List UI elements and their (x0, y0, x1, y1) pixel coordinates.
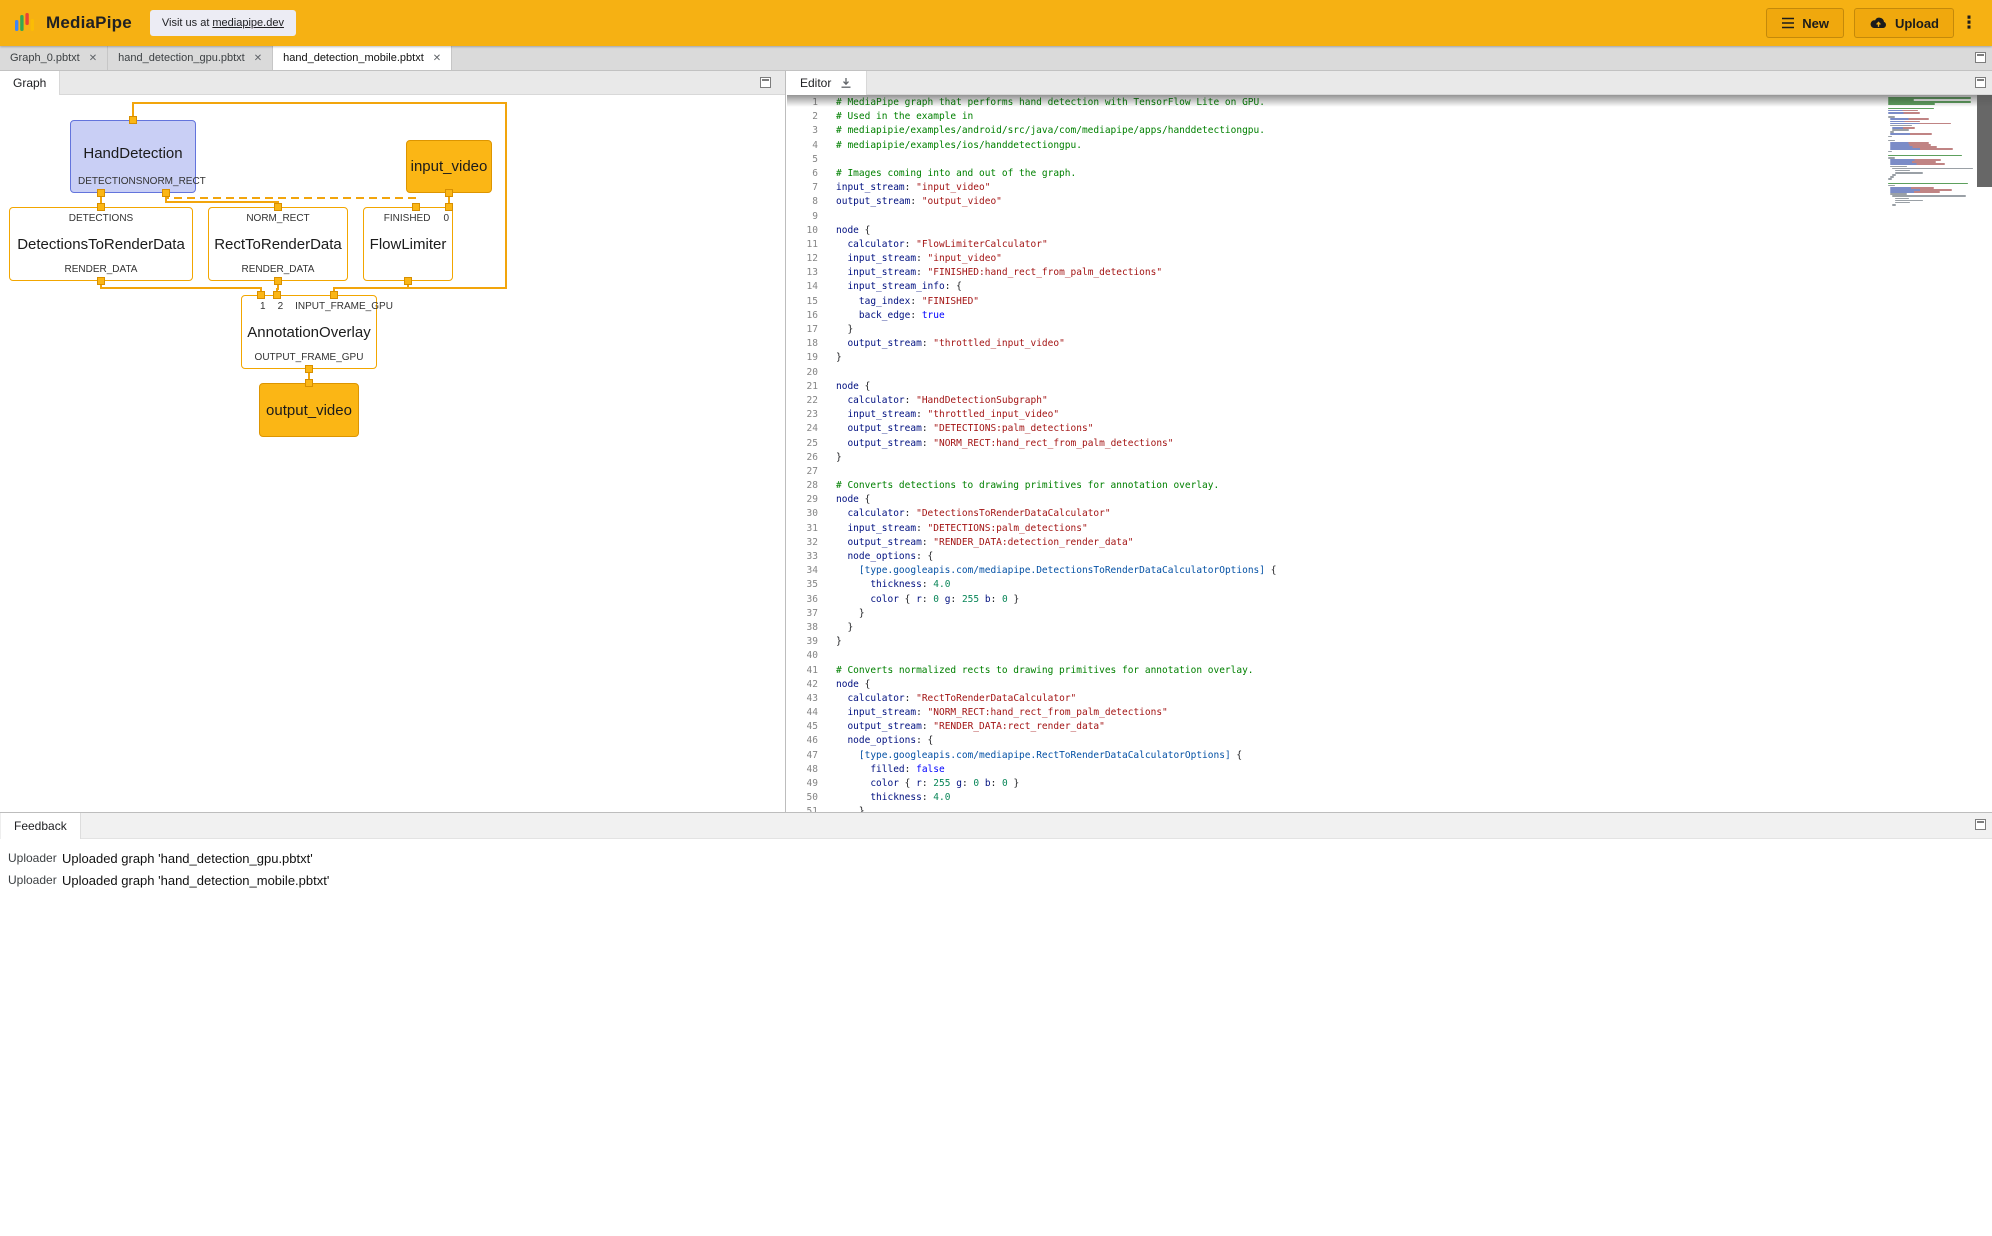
feedback-source: Uploader (0, 873, 62, 887)
close-tab-icon[interactable]: ✕ (433, 53, 441, 64)
node-title: DetectionsToRenderData (10, 225, 192, 263)
graph-tab-label: Graph (13, 76, 46, 90)
mediapipe-dev-link[interactable]: mediapipe.dev (212, 17, 284, 29)
app-title: MediaPipe (46, 13, 132, 33)
visit-text: Visit us at (162, 17, 210, 29)
tab-label: Graph_0.pbtxt (10, 52, 80, 64)
graph-node-recttorenderdata[interactable]: NORM_RECT RectToRenderData RENDER_DATA (208, 207, 348, 281)
node-title: FlowLimiter (364, 225, 452, 263)
upload-button[interactable]: Upload (1854, 8, 1954, 38)
node-port (445, 203, 453, 211)
port-label: 2 (278, 301, 284, 312)
close-tab-icon[interactable]: ✕ (89, 53, 97, 64)
node-title: HandDetection (71, 131, 195, 175)
port-label: INPUT_FRAME_GPU (295, 301, 393, 312)
editor-panel-toggle-icon[interactable] (1975, 77, 1986, 88)
editor-panel-header: Editor (787, 71, 1992, 95)
node-port (97, 203, 105, 211)
port-label: OUTPUT_FRAME_GPU (255, 352, 364, 363)
app-header: MediaPipe Visit us at mediapipe.dev New … (0, 0, 1992, 46)
panel-toggle-icon[interactable] (1975, 52, 1986, 63)
visit-us-chip: Visit us at mediapipe.dev (150, 10, 296, 36)
editor-scrollbar-thumb[interactable] (1977, 95, 1992, 187)
node-title: AnnotationOverlay (242, 313, 376, 351)
feedback-message: Uploaded graph 'hand_detection_gpu.pbtxt… (62, 851, 313, 866)
hamburger-icon (1781, 17, 1795, 29)
graph-canvas[interactable]: HandDetection DETECTIONS NORM_RECT input… (0, 95, 785, 812)
graph-node-annotationoverlay[interactable]: 1 2 INPUT_FRAME_GPU AnnotationOverlay OU… (241, 295, 377, 369)
graph-edges (0, 95, 785, 812)
node-port (330, 291, 338, 299)
port-label: DETECTIONS (69, 213, 133, 224)
tab-hand-detection-gpu-pbtxt[interactable]: hand_detection_gpu.pbtxt ✕ (108, 46, 273, 70)
feedback-panel-toggle-icon[interactable] (1975, 819, 1986, 830)
cloud-upload-icon (1869, 16, 1888, 30)
tab-label: hand_detection_mobile.pbtxt (283, 52, 424, 64)
tab-feedback[interactable]: Feedback (0, 813, 81, 839)
port-label: NORM_RECT (246, 213, 309, 224)
graph-panel-header: Graph (0, 71, 785, 95)
code-editor[interactable]: 1# MediaPipe graph that performs hand de… (787, 95, 1992, 812)
node-port (305, 379, 313, 387)
editor-panel: Editor 1# MediaPipe graph that performs … (787, 71, 1992, 812)
tab-graph-view[interactable]: Graph (0, 71, 60, 95)
tab-graph-0-pbtxt[interactable]: Graph_0.pbtxt ✕ (0, 46, 108, 70)
node-port (404, 277, 412, 285)
node-port (273, 291, 281, 299)
graph-panel: Graph HandDetection DETECTIONS NORM_RECT (0, 71, 786, 812)
node-port (162, 189, 170, 197)
feedback-tab-label: Feedback (14, 819, 67, 833)
new-button-label: New (1802, 16, 1829, 31)
node-port (97, 277, 105, 285)
port-label: 1 (260, 301, 266, 312)
graph-node-detectionstorenderdata[interactable]: DETECTIONS DetectionsToRenderData RENDER… (9, 207, 193, 281)
download-icon[interactable] (839, 76, 853, 90)
node-port (274, 277, 282, 285)
code-lines: 1# MediaPipe graph that performs hand de… (787, 96, 1882, 812)
feedback-row: Uploader Uploaded graph 'hand_detection_… (0, 847, 1992, 869)
tab-label: hand_detection_gpu.pbtxt (118, 52, 245, 64)
node-port (97, 189, 105, 197)
node-title: RectToRenderData (209, 225, 347, 263)
node-title: output_video (266, 402, 352, 419)
feedback-log: Uploader Uploaded graph 'hand_detection_… (0, 839, 1992, 891)
feedback-panel-header: Feedback (0, 813, 1992, 839)
close-tab-icon[interactable]: ✕ (254, 53, 262, 64)
file-tab-strip: Graph_0.pbtxt ✕ hand_detection_gpu.pbtxt… (0, 46, 1992, 71)
port-label: FINISHED (384, 213, 431, 224)
new-button[interactable]: New (1766, 8, 1844, 38)
more-options-icon[interactable]: ⋮ (1958, 8, 1980, 38)
feedback-panel: Feedback Uploader Uploaded graph 'hand_d… (0, 812, 1992, 1236)
port-label: 0 (443, 213, 449, 224)
mediapipe-logo-icon (14, 12, 36, 34)
editor-minimap[interactable] (1888, 97, 1976, 206)
graph-node-output-video[interactable]: output_video (259, 383, 359, 437)
graph-node-input-video[interactable]: input_video (406, 140, 492, 193)
port-label: DETECTIONS (78, 176, 142, 187)
node-port (129, 116, 137, 124)
node-port (274, 203, 282, 211)
graph-node-handdetection[interactable]: HandDetection DETECTIONS NORM_RECT (70, 120, 196, 193)
upload-button-label: Upload (1895, 16, 1939, 31)
port-label: RENDER_DATA (242, 264, 315, 275)
node-port (257, 291, 265, 299)
graph-panel-toggle-icon[interactable] (760, 77, 771, 88)
editor-tab-label: Editor (800, 76, 831, 90)
node-title: input_video (411, 158, 488, 175)
tab-editor[interactable]: Editor (787, 71, 867, 95)
node-port (445, 189, 453, 197)
feedback-message: Uploaded graph 'hand_detection_mobile.pb… (62, 873, 329, 888)
graph-node-flowlimiter[interactable]: FINISHED 0 FlowLimiter (363, 207, 453, 281)
port-label: NORM_RECT (142, 176, 205, 187)
feedback-row: Uploader Uploaded graph 'hand_detection_… (0, 869, 1992, 891)
port-label: RENDER_DATA (65, 264, 138, 275)
node-port (412, 203, 420, 211)
tab-hand-detection-mobile-pbtxt[interactable]: hand_detection_mobile.pbtxt ✕ (273, 46, 452, 70)
node-port (305, 365, 313, 373)
feedback-source: Uploader (0, 851, 62, 865)
